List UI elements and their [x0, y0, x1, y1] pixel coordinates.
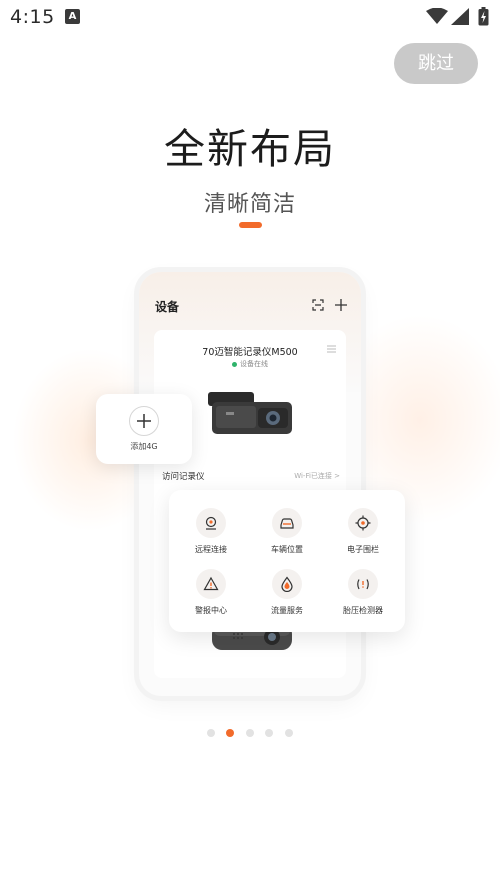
func-geofence[interactable]: 电子围栏: [324, 508, 402, 562]
func-vehicle-location-label: 车辆位置: [271, 545, 303, 554]
camera-icon: [196, 508, 226, 538]
device-name: 70迈智能记录仪M500: [202, 347, 298, 358]
access-recorder-row: 访问记录仪 Wi-Fi已连接 >: [162, 470, 340, 484]
online-dot: [232, 361, 237, 367]
page-dot-3[interactable]: [246, 729, 254, 737]
func-alarm-center[interactable]: 警报中心: [172, 569, 250, 623]
phone-mockup: 设备 70迈智能记录仪M500 设备在线 访问记录仪 Wi-Fi已连接 >: [139, 272, 361, 696]
signal-icon: [451, 8, 469, 25]
page-dot-2-active[interactable]: [226, 729, 234, 737]
page-dot-1[interactable]: [207, 729, 215, 737]
status-bar: 4:15 A: [0, 0, 500, 34]
menu-icon: [327, 345, 336, 353]
accent-divider: [239, 222, 262, 228]
page-dot-4[interactable]: [265, 729, 273, 737]
access-recorder-label: 访问记录仪: [162, 472, 205, 482]
device-status: 设备在线: [154, 359, 346, 369]
app-notification-icon: A: [65, 9, 80, 24]
wifi-connected-status: Wi-Fi已连接 >: [294, 472, 340, 480]
func-remote-connect[interactable]: 远程连接: [172, 508, 250, 562]
func-tire-pressure-label: 胎压检测器: [343, 606, 383, 615]
onboarding-page: 4:15 A 跳过 全新布局 清晰简洁 设备 70迈智能记录仪M500 设备在线…: [0, 0, 500, 888]
drop-icon: [272, 569, 302, 599]
func-vehicle-location[interactable]: 车辆位置: [248, 508, 326, 562]
dashcam-image: [208, 392, 292, 434]
phone-title: 设备: [155, 300, 180, 314]
add-device-icon: [335, 299, 347, 311]
add-4g-label: 添加4G: [130, 442, 158, 451]
func-data-service-label: 流量服务: [271, 606, 303, 615]
car-icon: [272, 508, 302, 538]
func-data-service[interactable]: 流量服务: [248, 569, 326, 623]
scan-icon: [312, 299, 324, 311]
skip-button[interactable]: 跳过: [394, 43, 478, 84]
device-status-text: 设备在线: [240, 360, 268, 368]
func-geofence-label: 电子围栏: [347, 545, 379, 554]
page-dot-5[interactable]: [285, 729, 293, 737]
tire-pressure-icon: [348, 569, 378, 599]
func-tire-pressure[interactable]: 胎压检测器: [324, 569, 402, 623]
page-title: 全新布局: [164, 125, 336, 173]
status-time: 4:15: [10, 6, 55, 28]
add-4g-button[interactable]: [129, 406, 159, 436]
battery-icon: [478, 7, 489, 26]
add-4g-card[interactable]: 添加4G: [96, 394, 192, 464]
plus-icon: [137, 414, 151, 428]
page-indicator: [205, 729, 297, 737]
warning-icon: [196, 569, 226, 599]
page-subtitle: 清晰简洁: [203, 192, 296, 217]
function-panel: 远程连接 车辆位置 电子围栏 警报中心 流量服务 胎压检测器: [169, 490, 405, 632]
func-remote-connect-label: 远程连接: [195, 545, 227, 554]
wifi-icon: [426, 8, 448, 24]
func-alarm-center-label: 警报中心: [195, 606, 227, 615]
target-icon: [348, 508, 378, 538]
